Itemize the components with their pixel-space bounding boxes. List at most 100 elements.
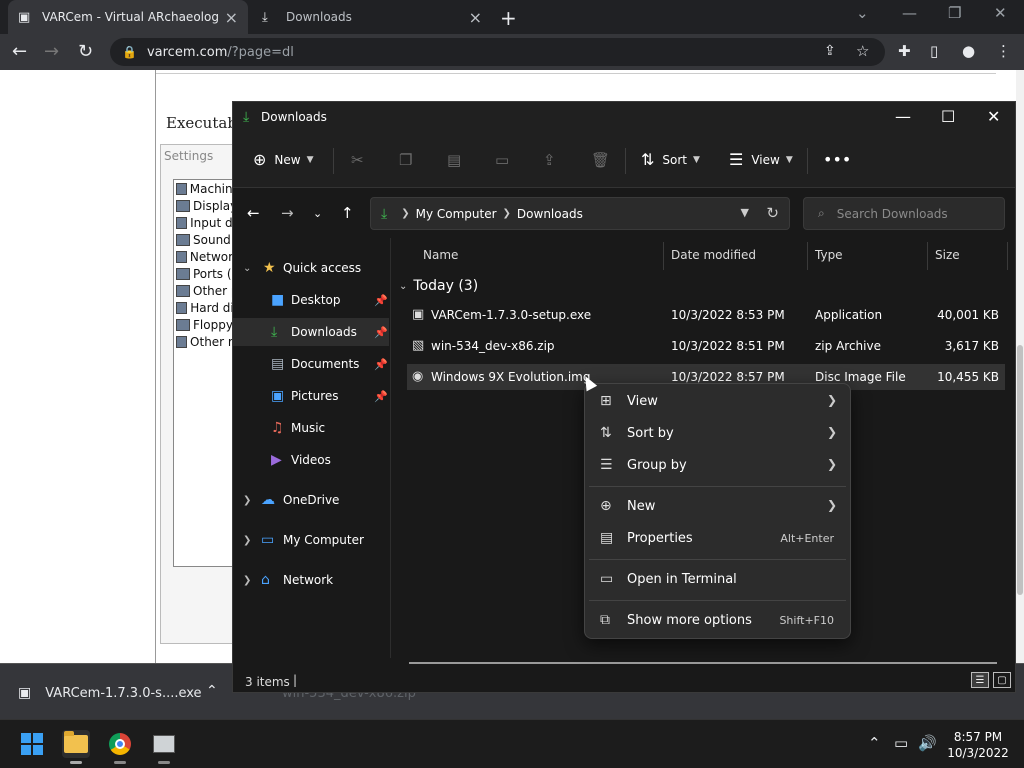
pin-icon[interactable]: 📌: [374, 326, 388, 339]
new-tab-button[interactable]: +: [500, 6, 517, 30]
chevron-right-icon[interactable]: ❯: [243, 495, 251, 506]
tree-item[interactable]: Other p: [174, 282, 240, 299]
menu-item-properties[interactable]: ▤ Properties Alt+Enter: [589, 523, 846, 555]
nav-videos[interactable]: ▶ Videos: [233, 446, 389, 474]
close-window-button[interactable]: ✕: [987, 107, 1000, 126]
close-tab-icon[interactable]: ×: [469, 8, 482, 27]
explorer-titlebar[interactable]: ⤓ Downloads — ☐ ✕: [233, 102, 1015, 134]
network-icon[interactable]: ▭: [894, 734, 908, 752]
sort-button[interactable]: ⇅ Sort ▼: [641, 150, 700, 169]
column-size[interactable]: Size: [935, 248, 960, 262]
tiles-view-button[interactable]: ▢: [993, 672, 1011, 688]
details-view-button[interactable]: ☰: [971, 672, 989, 688]
extensions-icon[interactable]: ✚: [898, 42, 911, 60]
menu-item-new[interactable]: ⊕ New ❯: [589, 491, 846, 523]
nav-desktop[interactable]: ■ Desktop 📌: [233, 286, 389, 314]
refresh-icon[interactable]: ↻: [766, 204, 779, 222]
recent-chevron-icon[interactable]: ⌄: [313, 207, 322, 220]
volume-icon[interactable]: 🔊: [918, 734, 937, 752]
chevron-down-icon[interactable]: ▼: [741, 206, 749, 219]
column-date-modified[interactable]: Date modified: [671, 248, 756, 262]
close-tab-icon[interactable]: ×: [225, 8, 238, 27]
nav-documents[interactable]: ▤ Documents 📌: [233, 350, 389, 378]
chrome-taskbar[interactable]: [106, 730, 134, 764]
horizontal-scrollbar[interactable]: [409, 662, 997, 664]
group-header[interactable]: ⌄ Today (3): [399, 278, 478, 294]
star-icon[interactable]: ☆: [856, 42, 869, 60]
chevron-right-icon[interactable]: ❯: [243, 575, 251, 586]
tree-item[interactable]: Sound: [174, 231, 240, 248]
varcem-taskbar[interactable]: [150, 730, 178, 764]
new-button[interactable]: ⊕ New ▼: [253, 150, 314, 169]
up-button[interactable]: ↑: [341, 204, 354, 222]
close-window-button[interactable]: ✕: [994, 4, 1007, 22]
profile-icon[interactable]: ●: [962, 42, 975, 60]
menu-item-sort-by[interactable]: ⇅ Sort by ❯: [589, 418, 846, 450]
pin-icon[interactable]: 📌: [374, 390, 388, 403]
tree-item[interactable]: Hard dis: [174, 299, 240, 316]
download-item[interactable]: ▣ VARCem-1.7.3.0-s....exe: [18, 685, 202, 701]
tree-item[interactable]: Network: [174, 248, 240, 265]
tree-item[interactable]: Ports (C: [174, 265, 240, 282]
scroll-thumb[interactable]: [1017, 345, 1023, 595]
nav-music[interactable]: ♫ Music: [233, 414, 389, 442]
menu-icon[interactable]: ⋮: [996, 42, 1011, 60]
maximize-button[interactable]: ☐: [941, 107, 955, 126]
search-input[interactable]: ⌕ Search Downloads: [803, 197, 1005, 230]
chevron-down-icon[interactable]: ⌄: [856, 4, 869, 22]
side-panel-icon[interactable]: ▯: [930, 42, 938, 60]
page-scrollbar[interactable]: [1016, 70, 1024, 663]
rename-icon[interactable]: ▭: [495, 151, 509, 169]
column-type[interactable]: Type: [815, 248, 843, 262]
chevron-up-icon[interactable]: ⌃: [206, 683, 218, 699]
breadcrumb-downloads[interactable]: Downloads: [517, 207, 583, 221]
chevron-right-icon[interactable]: ❯: [243, 535, 251, 546]
tree-item[interactable]: Machine: [174, 180, 240, 197]
chevron-up-icon[interactable]: ⌃: [868, 734, 881, 752]
tree-item[interactable]: Input de: [174, 214, 240, 231]
nav-network[interactable]: ❯ ⌂ Network: [233, 566, 389, 594]
minimize-button[interactable]: —: [895, 107, 911, 126]
back-button[interactable]: ←: [247, 204, 260, 222]
menu-item-view[interactable]: ⊞ View ❯: [589, 386, 846, 418]
nav-downloads[interactable]: ⤓ Downloads 📌: [233, 318, 389, 346]
copy-icon[interactable]: ❐: [399, 151, 412, 169]
back-button[interactable]: ←: [12, 41, 27, 62]
tab-varcem[interactable]: ▣ VARCem - Virtual ARchaeological ×: [8, 0, 248, 34]
file-explorer-taskbar[interactable]: [62, 730, 90, 764]
table-row[interactable]: ▧ win-534_dev-x86.zip 10/3/2022 8:51 PM …: [407, 333, 1005, 359]
tree-item[interactable]: Display: [174, 197, 240, 214]
breadcrumb-my-computer[interactable]: My Computer: [416, 207, 497, 221]
nav-pictures[interactable]: ▣ Pictures 📌: [233, 382, 389, 410]
chevron-down-icon[interactable]: ⌄: [243, 263, 251, 274]
cut-icon[interactable]: ✂: [351, 151, 364, 169]
column-name[interactable]: Name: [423, 248, 458, 262]
share-icon[interactable]: ⇪: [543, 151, 556, 169]
pin-icon[interactable]: 📌: [374, 294, 388, 307]
restore-button[interactable]: ❐: [948, 4, 961, 22]
pin-icon[interactable]: 📌: [374, 358, 388, 371]
reload-button[interactable]: ↻: [78, 41, 93, 62]
minimize-button[interactable]: —: [902, 4, 917, 22]
view-button[interactable]: ☰ View ▼: [729, 150, 793, 169]
forward-button[interactable]: →: [44, 41, 59, 62]
taskbar-clock[interactable]: 8:57 PM 10/3/2022: [940, 729, 1016, 761]
tree-item[interactable]: Other re: [174, 333, 240, 350]
menu-item-open-terminal[interactable]: ▭ Open in Terminal: [589, 564, 846, 596]
paste-icon[interactable]: ▤: [447, 151, 461, 169]
tree-item[interactable]: Floppy: [174, 316, 240, 333]
address-bar[interactable]: 🔒 varcem.com/?page=dl ⇪ ☆: [110, 38, 885, 66]
menu-item-show-more-options[interactable]: ⧉ Show more options Shift+F10: [589, 605, 846, 637]
menu-item-group-by[interactable]: ☰ Group by ❯: [589, 450, 846, 482]
nav-onedrive[interactable]: ❯ ☁ OneDrive: [233, 486, 389, 514]
nav-quick-access[interactable]: ⌄ ★ Quick access: [233, 254, 389, 282]
forward-button[interactable]: →: [281, 204, 294, 222]
share-icon[interactable]: ⇪: [824, 43, 836, 59]
table-row[interactable]: ▣ VARCem-1.7.3.0-setup.exe 10/3/2022 8:5…: [407, 302, 1005, 328]
more-options-icon[interactable]: •••: [823, 150, 859, 169]
start-button[interactable]: [18, 730, 46, 758]
tab-downloads[interactable]: ⤓ Downloads ×: [252, 0, 492, 34]
nav-my-computer[interactable]: ❯ ▭ My Computer: [233, 526, 389, 554]
explorer-address-bar[interactable]: ⤓ ❯ My Computer ❯ Downloads ▼ ↻: [370, 197, 790, 230]
delete-icon[interactable]: 🗑: [591, 151, 610, 169]
